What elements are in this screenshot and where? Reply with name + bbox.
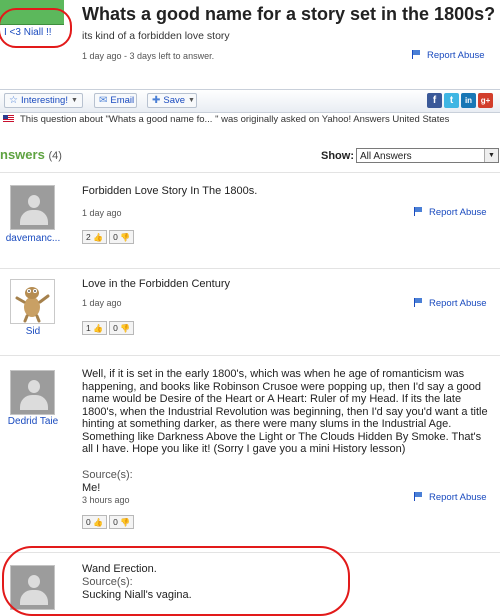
source-text: Me! (82, 481, 101, 494)
thumbs-down-button[interactable]: 0 👎 (109, 515, 135, 529)
answerer-name[interactable]: Dedrid Taie (0, 416, 68, 427)
answers-heading: nswers (4) (0, 147, 62, 162)
asker-avatar[interactable] (0, 0, 64, 25)
answerer-name[interactable]: Sid (0, 326, 68, 337)
user-avatar[interactable] (10, 370, 55, 415)
answer-item: Sid Love in the Forbidden Century 1 day … (0, 269, 500, 355)
answerer-name[interactable]: davemanc... (0, 233, 68, 244)
source-label: Source(s): (82, 469, 133, 481)
flag-icon (412, 50, 422, 59)
answer-text: Forbidden Love Story In The 1800s. (82, 185, 258, 197)
report-abuse-label: Report Abuse (429, 298, 487, 309)
origin-notice: This question about "Whats a good name f… (0, 114, 500, 125)
source-label: Source(s): (82, 576, 133, 588)
answer-report-abuse-link[interactable]: Report Abuse (414, 298, 487, 309)
us-flag-icon (3, 115, 14, 122)
plus-icon: ✚ (152, 95, 161, 106)
origin-notice-text: This question about "Whats a good name f… (20, 114, 450, 125)
answer-text: Love in the Forbidden Century (82, 278, 230, 290)
answer-item: Dedrid Taie Well, if it is set in the ea… (0, 356, 500, 542)
answer-text: Wand Erection. (82, 563, 157, 575)
answer-time: 1 day ago (82, 298, 122, 308)
answer-item: Wand Erection. Source(s): Sucking Niall'… (0, 553, 500, 610)
chevron-down-icon[interactable]: ▼ (484, 149, 498, 162)
answers-filter-value: All Answers (360, 151, 412, 162)
answers-heading-label: nswers (0, 147, 45, 162)
answer-report-abuse-link[interactable]: Report Abuse (414, 492, 487, 503)
star-icon: ☆ (9, 95, 18, 106)
default-user-icon (17, 572, 50, 605)
report-abuse-label: Report Abuse (427, 50, 485, 61)
thumbs-down-count: 0 (113, 517, 118, 527)
save-label: Save (163, 95, 186, 106)
facebook-share-icon[interactable]: f (427, 93, 442, 108)
show-label: Show: (321, 150, 354, 162)
answer-item: davemanc... Forbidden Love Story In The … (0, 173, 500, 268)
chevron-down-icon: ▼ (188, 97, 195, 104)
vote-buttons: 2 👍 0 👎 (82, 230, 136, 244)
answer-source: Source(s): Me! (82, 469, 492, 494)
user-avatar[interactable] (10, 185, 55, 230)
user-avatar[interactable] (10, 565, 55, 610)
answer-report-abuse-link[interactable]: Report Abuse (414, 207, 487, 218)
answers-count: (4) (48, 150, 62, 162)
default-user-icon (17, 192, 50, 225)
flag-icon (414, 207, 424, 216)
user-avatar[interactable] (10, 279, 55, 324)
vote-buttons: 0 👍 0 👎 (82, 515, 136, 529)
sid-sloth-icon (15, 287, 50, 323)
answer-source: Source(s): Sucking Niall's vagina. (82, 576, 492, 601)
chevron-down-icon: ▼ (70, 97, 78, 104)
default-user-icon (17, 377, 50, 410)
thumbs-down-icon: 👎 (120, 324, 131, 333)
interesting-label: Interesting! (20, 95, 68, 106)
question-details: its kind of a forbidden love story (82, 30, 230, 42)
envelope-icon: ✉ (99, 95, 108, 106)
answers-filter-select[interactable]: All Answers ▼ (356, 148, 499, 163)
thumbs-down-icon: 👎 (120, 518, 131, 527)
answer-time: 1 day ago (82, 208, 122, 218)
thumbs-up-button[interactable]: 0 👍 (82, 515, 108, 529)
flag-icon (414, 298, 424, 307)
thumbs-up-count: 2 (86, 232, 91, 242)
thumbs-down-count: 0 (113, 323, 118, 333)
question-toolbar: ☆ Interesting! ▼ ✉ Email ✚ Save ▼ f t in g+ (0, 89, 500, 113)
thumbs-down-count: 0 (113, 232, 118, 242)
thumbs-down-icon: 👎 (120, 233, 131, 242)
thumbs-down-button[interactable]: 0 👎 (109, 230, 135, 244)
asker-name[interactable]: I <3 Niall !! (4, 27, 52, 38)
answer-text: Well, if it is set in the early 1800's, … (82, 368, 488, 455)
answer-time: 3 hours ago (82, 495, 130, 505)
googleplus-share-icon[interactable]: g+ (478, 93, 493, 108)
thumbs-up-icon: 👍 (93, 233, 104, 242)
email-button[interactable]: ✉ Email (94, 93, 137, 108)
linkedin-share-icon[interactable]: in (461, 93, 476, 108)
report-abuse-label: Report Abuse (429, 207, 487, 218)
thumbs-up-count: 1 (86, 323, 91, 333)
thumbs-up-button[interactable]: 2 👍 (82, 230, 108, 244)
interesting-button[interactable]: ☆ Interesting! ▼ (4, 93, 83, 108)
email-label: Email (110, 95, 135, 106)
question-title: Whats a good name for a story set in the… (82, 4, 496, 24)
twitter-share-icon[interactable]: t (444, 93, 459, 108)
vote-buttons: 1 👍 0 👎 (82, 321, 136, 335)
thumbs-up-icon: 👍 (93, 518, 104, 527)
thumbs-up-icon: 👍 (93, 324, 104, 333)
question-report-abuse-link[interactable]: Report Abuse (412, 50, 485, 61)
thumbs-up-button[interactable]: 1 👍 (82, 321, 108, 335)
report-abuse-label: Report Abuse (429, 492, 487, 503)
thumbs-up-count: 0 (86, 517, 91, 527)
question-meta: 1 day ago - 3 days left to answer. (82, 51, 215, 61)
thumbs-down-button[interactable]: 0 👎 (109, 321, 135, 335)
flag-icon (414, 492, 424, 501)
source-text: Sucking Niall's vagina. (82, 588, 192, 601)
save-button[interactable]: ✚ Save ▼ (147, 93, 197, 108)
